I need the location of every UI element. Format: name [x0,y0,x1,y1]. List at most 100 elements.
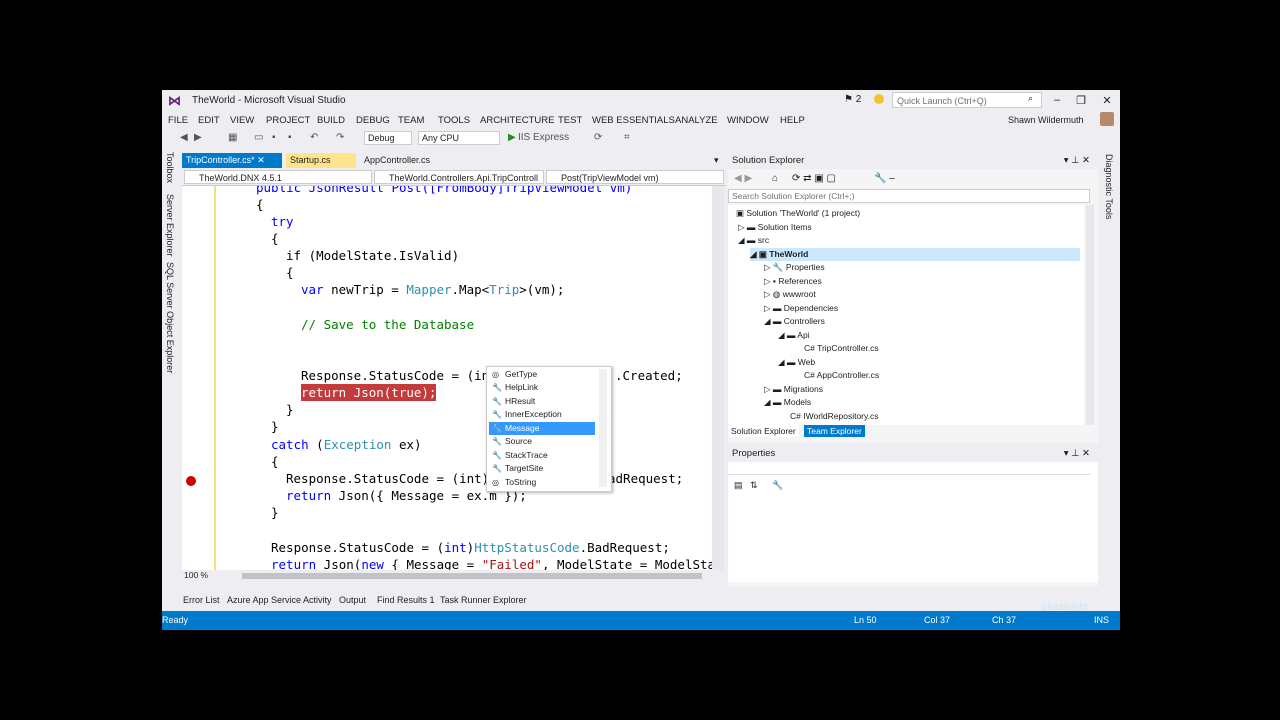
properties-object-select[interactable] [728,462,1090,475]
tree-project-theworld[interactable]: ◢ ▣ TheWorld [750,248,1080,261]
tree-tripcontroller[interactable]: C# TripController.cs [804,342,879,355]
project-dropdown[interactable]: TheWorld.DNX 4.5.1 [184,170,372,184]
tree-dependencies[interactable]: ▷ ▬ Dependencies [764,302,838,315]
toolbox-tab[interactable]: Toolbox [165,152,175,183]
sync-icon[interactable]: ⟳ ⇄ ▣ ▢ [792,173,836,184]
solution-search-input[interactable]: Search Solution Explorer (Ctrl+;) [728,189,1090,203]
menu-architecture[interactable]: ARCHITECTURE [480,115,554,126]
configuration-select[interactable]: Debug [364,131,412,145]
tree-migrations[interactable]: ▷ ▬ Migrations [764,383,823,396]
menu-edit[interactable]: EDIT [198,115,220,126]
tab-azure-app-service-activity[interactable]: Azure App Service Activity [227,595,332,605]
editor-vertical-scrollbar[interactable] [712,186,724,570]
menu-file[interactable]: FILE [168,115,188,126]
tab-tripcontroller[interactable]: TripController.cs* ✕ [182,153,282,168]
tree-references[interactable]: ▷ ▪ References [764,275,822,288]
popup-scrollbar[interactable] [599,369,607,487]
code-editor[interactable]: public JsonResult Post([FromBody]TripVie… [182,186,716,570]
tree-appcontroller[interactable]: C# AppController.cs [804,369,879,382]
menu-view[interactable]: VIEW [230,115,254,126]
completion-item[interactable]: ◎ GetType [489,368,595,381]
tab-solution-explorer[interactable]: Solution Explorer [728,425,799,437]
minimize-button[interactable]: – [1050,94,1064,106]
completion-item[interactable]: 🔧 StackTrace [489,449,595,462]
menu-debug[interactable]: DEBUG [356,115,390,126]
refresh-icon[interactable]: ⟳ [594,132,602,143]
browser-link-icon[interactable]: ⌗ [624,132,630,143]
user-name[interactable]: Shawn Wildermuth [1008,115,1084,125]
completion-item[interactable]: 🔧 Source [489,435,595,448]
completion-item[interactable]: 🔧 TargetSite [489,462,595,475]
editor-gutter[interactable] [182,186,214,570]
home-icon[interactable]: ⌂ [772,173,778,184]
tree-src[interactable]: ◢ ▬ src [738,234,769,247]
tree-solution[interactable]: ▣ Solution 'TheWorld' (1 project) [736,207,860,220]
tree-web[interactable]: ◢ ▬ Web [778,356,815,369]
tab-team-explorer[interactable]: Team Explorer [804,425,865,437]
open-file-icon[interactable]: ▭ [254,132,263,143]
panel-close-icon[interactable]: ▾ ⊥ ✕ [1064,446,1090,462]
menu-analyze[interactable]: ANALYZE [675,115,718,126]
forward-icon[interactable]: ▶ [194,132,202,143]
run-icon[interactable]: ▶ [508,132,516,143]
properties-wrench-icon[interactable]: 🔧 – [874,173,895,184]
tab-appcontroller[interactable]: AppController.cs [360,153,440,168]
breakpoint-icon[interactable] [186,476,196,486]
tree-label: Web [797,357,816,367]
menu-team[interactable]: TEAM [398,115,424,126]
panel-close-icon[interactable]: ▾ ⊥ ✕ [1064,153,1090,169]
redo-icon[interactable]: ↷ [336,132,344,143]
tab-output[interactable]: Output [339,595,366,605]
tab-error-list[interactable]: Error List [183,595,220,605]
tree-models[interactable]: ◢ ▬ Models [764,396,811,409]
menu-tools[interactable]: TOOLS [438,115,470,126]
back-icon[interactable]: ◀ [180,132,188,143]
tree-iworldrepository[interactable]: C# IWorldRepository.cs [790,410,879,423]
horizontal-scrollbar[interactable] [242,573,702,579]
new-project-icon[interactable]: ▦ [228,132,237,143]
back-icon[interactable]: ◀ ▶ [734,173,752,184]
completion-item[interactable]: 🔧 HelpLink [489,381,595,394]
completion-item-selected[interactable]: 🔧 Message [489,422,595,435]
tab-find-results[interactable]: Find Results 1 [377,595,435,605]
feedback-smiley-icon[interactable] [874,94,884,104]
avatar[interactable] [1100,112,1114,126]
tree-solution-items[interactable]: ▷ ▬ Solution Items [738,221,812,234]
notifications-flag-icon[interactable]: ⚑ 2 [844,94,861,105]
completion-item[interactable]: 🔧 HResult [489,395,595,408]
tree-properties[interactable]: ▷ 🔧 Properties [764,261,825,274]
tab-task-runner-explorer[interactable]: Task Runner Explorer [440,595,527,605]
completion-item[interactable]: 🔧 InnerException [489,408,595,421]
quick-launch-input[interactable]: Quick Launch (Ctrl+Q) [892,92,1042,108]
undo-icon[interactable]: ↶ [310,132,318,143]
alphabetical-icon[interactable]: ⇅ [750,480,758,491]
tree-scrollbar[interactable] [1086,205,1094,425]
diagnostic-tools-tab[interactable]: Diagnostic Tools [1104,154,1114,219]
menu-help[interactable]: HELP [780,115,805,126]
class-dropdown[interactable]: TheWorld.Controllers.Api.TripControll [374,170,544,184]
run-target[interactable]: IIS Express [518,132,569,143]
close-button[interactable]: ✕ [1100,94,1114,107]
server-explorer-tab[interactable]: Server Explorer [165,194,175,257]
tree-wwwroot[interactable]: ▷ ◍ wwwroot [764,288,816,301]
tree-controllers[interactable]: ◢ ▬ Controllers [764,315,825,328]
property-pages-icon[interactable]: 🔧 [772,480,783,491]
menu-window[interactable]: WINDOW [727,115,769,126]
menu-web-essentials[interactable]: WEB ESSENTIALS [592,115,675,126]
sql-server-object-explorer-tab[interactable]: SQL Server Object Explorer [165,262,175,373]
member-dropdown[interactable]: Post(TripViewModel vm) [546,170,724,184]
zoom-level[interactable]: 100 % [184,570,208,580]
save-icon[interactable]: ▪ [272,132,276,143]
save-all-icon[interactable]: ▪ [288,132,292,143]
menu-build[interactable]: BUILD [317,115,345,126]
tab-overflow-icon[interactable]: ▾ [710,153,726,168]
completion-item[interactable]: ◎ ToString [489,476,595,489]
platform-select[interactable]: Any CPU [418,131,500,145]
tab-startup[interactable]: Startup.cs [286,153,356,168]
menu-project[interactable]: PROJECT [266,115,310,126]
completion-label: HelpLink [505,382,539,392]
menu-test[interactable]: TEST [558,115,582,126]
tree-api[interactable]: ◢ ▬ Api [778,329,810,342]
categorized-icon[interactable]: ▤ [734,480,743,491]
restore-button[interactable]: ❐ [1074,94,1088,107]
